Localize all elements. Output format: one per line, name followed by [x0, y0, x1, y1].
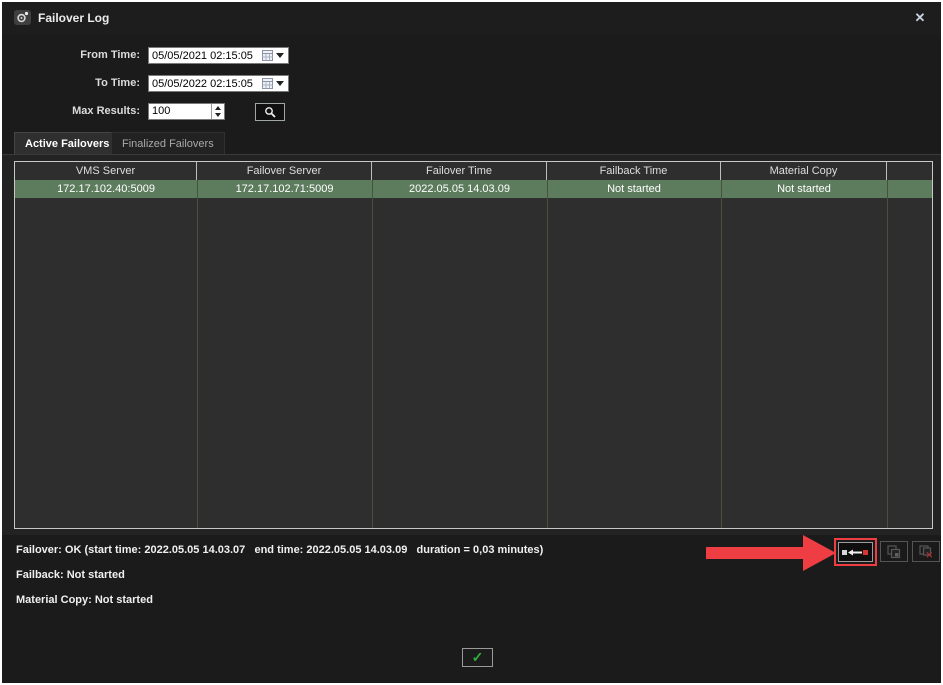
- column-divider: [887, 180, 888, 528]
- cell-failover-server[interactable]: 172.17.102.71:5009: [197, 180, 372, 198]
- from-time-field[interactable]: 05/05/2021 02:15:05: [148, 47, 289, 64]
- failovers-panel: VMS Server Failover Server Failover Time…: [2, 154, 941, 535]
- title-bar: Failover Log ✕: [2, 2, 941, 34]
- spinner-up-icon[interactable]: [212, 104, 224, 112]
- close-icon[interactable]: ✕: [912, 10, 928, 26]
- failback-button[interactable]: [838, 542, 873, 562]
- failover-log-dialog: Failover Log ✕ From Time: 05/05/2021 02:…: [0, 0, 943, 685]
- annotation-arrow: [706, 547, 805, 559]
- max-results-value[interactable]: 100: [149, 104, 211, 119]
- tab-active-failovers[interactable]: Active Failovers: [14, 132, 120, 155]
- annotation-arrow-head: [803, 535, 836, 571]
- to-time-field[interactable]: 05/05/2022 02:15:05: [148, 75, 289, 92]
- window-title: Failover Log: [38, 11, 109, 25]
- failovers-table: VMS Server Failover Server Failover Time…: [14, 161, 933, 529]
- failover-status-text: Failover: OK (start time: 2022.05.05 14.…: [16, 544, 543, 556]
- search-icon: [264, 106, 277, 119]
- material-copy-icon: [887, 545, 902, 559]
- calendar-icon[interactable]: [260, 48, 275, 63]
- column-header-failover-server[interactable]: Failover Server: [197, 162, 372, 180]
- from-time-label: From Time:: [2, 49, 140, 61]
- column-header-failback-time[interactable]: Failback Time: [547, 162, 721, 180]
- column-divider: [372, 180, 373, 528]
- cancel-material-copy-icon: ✕: [919, 545, 934, 559]
- cancel-material-copy-button[interactable]: ✕: [912, 541, 940, 562]
- material-copy-status-text: Material Copy: Not started: [16, 594, 153, 606]
- table-row-selected[interactable]: 172.17.102.40:5009 172.17.102.71:5009 20…: [15, 180, 932, 198]
- cell-material-copy[interactable]: Not started: [721, 180, 887, 198]
- from-time-value[interactable]: 05/05/2021 02:15:05: [149, 50, 260, 62]
- svg-text:✕: ✕: [925, 550, 933, 559]
- quantity-stepper[interactable]: [211, 104, 224, 119]
- max-results-label: Max Results:: [2, 105, 140, 117]
- ok-button[interactable]: ✓: [462, 648, 493, 667]
- column-header-vms-server[interactable]: VMS Server: [15, 162, 197, 180]
- material-copy-button[interactable]: [880, 541, 908, 562]
- column-header-empty: [887, 162, 932, 180]
- gear-icon: [14, 10, 31, 25]
- table-header-row: VMS Server Failover Server Failover Time…: [15, 162, 932, 180]
- search-button[interactable]: [255, 103, 285, 121]
- chevron-down-icon[interactable]: [276, 53, 284, 58]
- tab-finalized-failovers[interactable]: Finalized Failovers: [111, 132, 225, 155]
- column-divider: [197, 180, 198, 528]
- spinner-down-icon[interactable]: [212, 112, 224, 120]
- cell-vms-server[interactable]: 172.17.102.40:5009: [15, 180, 197, 198]
- column-divider: [721, 180, 722, 528]
- max-results-field[interactable]: 100: [148, 103, 225, 120]
- cell-failback-time[interactable]: Not started: [547, 180, 721, 198]
- chevron-down-icon[interactable]: [276, 81, 284, 86]
- to-time-value[interactable]: 05/05/2022 02:15:05: [149, 78, 260, 90]
- failback-status-text: Failback: Not started: [16, 569, 125, 581]
- column-header-material-copy[interactable]: Material Copy: [721, 162, 887, 180]
- column-divider: [547, 180, 548, 528]
- column-header-failover-time[interactable]: Failover Time: [372, 162, 547, 180]
- annotation-highlight-box: [834, 538, 877, 566]
- failback-icon: [842, 548, 869, 557]
- to-time-label: To Time:: [2, 77, 140, 89]
- calendar-icon[interactable]: [260, 76, 275, 91]
- cell-failover-time[interactable]: 2022.05.05 14.03.09: [372, 180, 547, 198]
- ok-check-icon: ✓: [472, 649, 484, 665]
